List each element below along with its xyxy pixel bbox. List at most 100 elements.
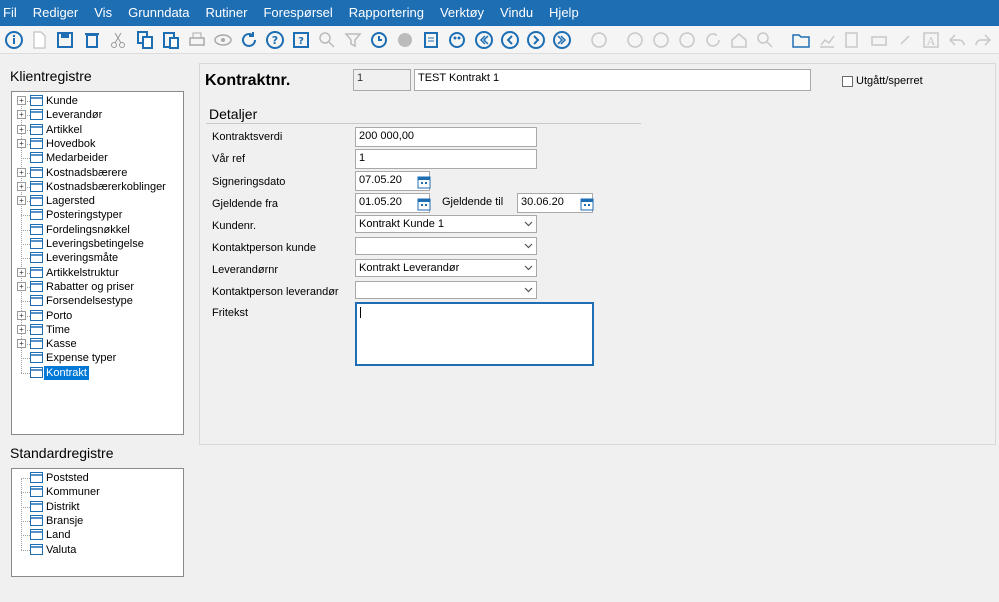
menu-rediger[interactable]: Rediger [25,0,87,26]
help-icon[interactable]: ? [264,29,286,51]
undo-icon[interactable] [946,29,968,51]
menu-rutiner[interactable]: Rutiner [198,0,256,26]
tree-item[interactable]: + Hovedbok [12,137,183,151]
menu-fil[interactable]: Fil [0,0,25,26]
kontaktperson-leverandor-select[interactable] [355,281,537,299]
tree-item[interactable]: + Kasse [12,337,183,351]
search-icon[interactable] [316,29,338,51]
tree-item[interactable]: + Time [12,323,183,337]
menu-rapportering[interactable]: Rapportering [341,0,432,26]
printer2-icon[interactable] [868,29,890,51]
zoom-icon[interactable] [754,29,776,51]
expand-icon[interactable]: + [17,96,26,105]
tree-item[interactable]: Posteringstyper [12,208,183,222]
menu-grunndata[interactable]: Grunndata [120,0,197,26]
cut-icon[interactable] [107,29,129,51]
tree-item[interactable]: + Porto [12,309,183,323]
calendar-icon[interactable] [580,197,594,211]
fritekst-field[interactable] [355,302,594,366]
kundenr-select[interactable]: Kontrakt Kunde 1 [355,215,537,233]
refresh-icon[interactable] [238,29,260,51]
delete-icon[interactable] [81,29,103,51]
save-icon[interactable] [54,29,76,51]
tree-item[interactable]: + Artikkel [12,123,183,137]
info-icon[interactable] [3,29,25,51]
leverandornr-select[interactable]: Kontrakt Leverandør [355,259,537,277]
help-context-icon[interactable]: ? [290,29,312,51]
chevron-down-icon[interactable] [521,217,535,231]
chevron-down-icon[interactable] [521,261,535,275]
query-icon[interactable] [588,29,610,51]
palette-icon[interactable] [446,29,468,51]
var-ref-field[interactable]: 1 [355,149,537,169]
expand-icon[interactable]: + [17,339,26,349]
tree-item[interactable]: + Artikkelstruktur [12,266,183,280]
last-record-icon[interactable] [551,29,573,51]
new-document-icon[interactable] [28,29,50,51]
expand-icon[interactable]: + [17,267,26,277]
history-icon[interactable] [368,29,390,51]
forward-icon[interactable] [650,29,672,51]
copy-icon[interactable] [134,29,156,51]
tree-item[interactable]: Kontrakt [12,365,183,380]
cancel-icon[interactable] [676,29,698,51]
preview-icon[interactable] [212,29,234,51]
calendar-icon[interactable] [417,175,431,189]
first-record-icon[interactable] [473,29,495,51]
tree-item[interactable]: Medarbeider [12,151,183,165]
redo-icon[interactable] [972,29,994,51]
calendar-icon[interactable] [417,197,431,211]
tree-item[interactable]: + Leverandør [12,108,183,122]
menu-vindu[interactable]: Vindu [492,0,541,26]
previous-record-icon[interactable] [499,29,521,51]
tree-item[interactable]: Fordelingsnøkkel [12,223,183,237]
expand-icon[interactable]: + [17,124,26,134]
link-icon[interactable] [894,29,916,51]
tree-item[interactable]: + Rabatter og priser [12,280,183,294]
tree-item[interactable]: Bransje [12,514,183,528]
home-icon[interactable] [728,29,750,51]
chart-icon[interactable] [816,29,838,51]
tree-item[interactable]: Forsendelsestype [12,294,183,308]
filter-icon[interactable] [342,29,364,51]
expand-icon[interactable]: + [17,281,26,291]
tree-item[interactable]: + Kostnadsbærere [12,166,183,180]
text-icon[interactable]: A [920,29,942,51]
tree-item[interactable]: Valuta [12,543,183,557]
expand-icon[interactable]: + [17,196,26,206]
tree-item[interactable]: Poststed [12,471,183,485]
notes-icon[interactable] [420,29,442,51]
kontraktsverdi-field[interactable]: 200 000,00 [355,127,537,147]
chevron-down-icon[interactable] [521,239,535,253]
expand-icon[interactable]: + [17,181,26,191]
tree-item[interactable]: Kommuner [12,485,183,499]
tree-item[interactable]: Expense typer [12,351,183,365]
next-record-icon[interactable] [525,29,547,51]
menu-verktoy[interactable]: Verktøy [432,0,492,26]
paste-icon[interactable] [160,29,182,51]
reload-icon[interactable] [702,29,724,51]
expand-icon[interactable]: + [17,138,26,148]
tree-item[interactable]: + Lagersted [12,194,183,208]
contract-name-field[interactable]: TEST Kontrakt 1 [414,69,811,91]
menu-hjelp[interactable]: Hjelp [541,0,587,26]
expand-icon[interactable]: + [17,110,26,120]
tree-item[interactable]: Leveringsbetingelse [12,237,183,251]
tree-item[interactable]: Distrikt [12,500,183,514]
expand-icon[interactable]: + [17,167,26,177]
web-icon[interactable] [394,29,416,51]
menu-foresporsel[interactable]: Forespørsel [255,0,340,26]
tree-item[interactable]: Leveringsmåte [12,251,183,265]
back-icon[interactable] [624,29,646,51]
chevron-down-icon[interactable] [521,283,535,297]
expand-icon[interactable]: + [17,310,26,320]
kontaktperson-kunde-select[interactable] [355,237,537,255]
folder-icon[interactable] [790,29,812,51]
tree-item[interactable]: Land [12,528,183,542]
blocked-checkbox[interactable] [842,76,853,87]
print-icon[interactable] [186,29,208,51]
expand-icon[interactable]: + [17,324,26,334]
tree-item[interactable]: + Kunde [12,94,183,108]
tree-item[interactable]: + Kostnadsbærerkoblinger [12,180,183,194]
approve-icon[interactable] [842,29,864,51]
